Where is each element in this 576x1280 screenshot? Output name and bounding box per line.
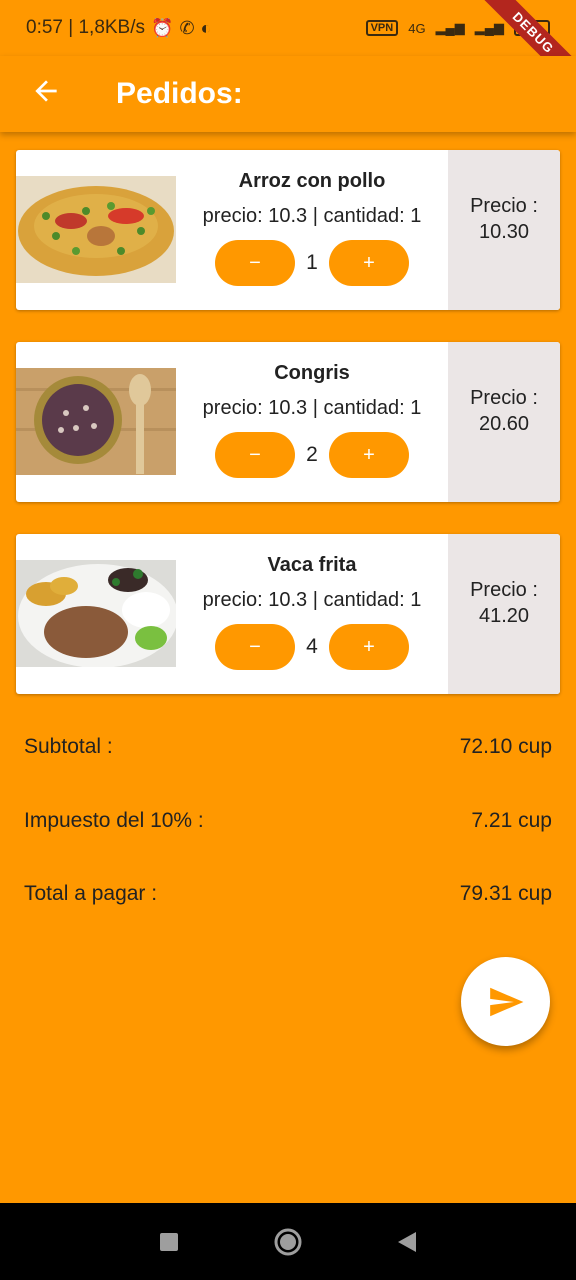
order-info: Vaca frita precio: 10.3 | cantidad: 1 − … xyxy=(186,552,438,670)
order-info: Arroz con pollo precio: 10.3 | cantidad:… xyxy=(186,168,438,286)
order-card: Vaca frita precio: 10.3 | cantidad: 1 − … xyxy=(16,534,560,694)
app-bar: Pedidos: xyxy=(0,56,576,132)
tax-row: Impuesto del 10% : 7.21 cup xyxy=(24,809,552,833)
price-label: Precio : xyxy=(470,579,538,601)
signal-icon-2: ▂▄▆ xyxy=(474,20,504,35)
dish-image-arroz-con-pollo xyxy=(16,176,176,283)
vpn-badge: VPN xyxy=(365,20,399,36)
circle-icon xyxy=(274,1228,302,1255)
page-title: Pedidos: xyxy=(116,77,243,110)
subtotal-row: Subtotal : 72.10 cup xyxy=(24,735,552,759)
dish-name: Vaca frita xyxy=(267,554,357,576)
quantity-value: 1 xyxy=(306,251,318,274)
quantity-value: 2 xyxy=(306,443,318,466)
decrease-button[interactable]: − xyxy=(215,240,295,286)
price-panel: Precio : 20.60 xyxy=(448,342,560,502)
status-left: 0:57 | 1,8KB/s ⏰ ✆ ◐ xyxy=(26,17,211,39)
send-icon xyxy=(489,987,523,1016)
triangle-back-icon xyxy=(397,1231,416,1252)
decrease-button[interactable]: − xyxy=(215,624,295,670)
price-panel: Precio : 41.20 xyxy=(448,534,560,694)
price-label: Precio : xyxy=(470,387,538,409)
network-label: 4G xyxy=(408,20,426,36)
square-icon xyxy=(160,1232,179,1251)
order-info: Congris precio: 10.3 | cantidad: 1 − 2 + xyxy=(186,360,438,478)
status-bar: 0:57 | 1,8KB/s ⏰ ✆ ◐ VPN 4G ▂▄▆ ▂▄▆ 60 xyxy=(0,0,576,56)
status-time-speed: 0:57 | 1,8KB/s xyxy=(26,17,146,38)
subtotal-value: 72.10 cup xyxy=(459,735,552,758)
quantity-stepper: − 4 + xyxy=(186,624,438,670)
home-button[interactable] xyxy=(264,1218,312,1266)
dish-image-congris xyxy=(16,368,176,475)
total-row: Total a pagar : 79.31 cup xyxy=(24,882,552,906)
system-nav-bar xyxy=(0,1203,576,1280)
price-panel: Precio : 10.30 xyxy=(448,150,560,310)
tax-value: 7.21 cup xyxy=(471,809,552,832)
quantity-stepper: − 2 + xyxy=(186,432,438,478)
dish-details: precio: 10.3 | cantidad: 1 xyxy=(202,589,422,611)
arrow-back-icon xyxy=(35,80,57,102)
quantity-value: 4 xyxy=(306,635,318,658)
dish-name: Congris xyxy=(274,362,350,384)
back-button[interactable] xyxy=(30,75,62,113)
back-nav-button[interactable] xyxy=(383,1218,431,1266)
price-value: 10.30 xyxy=(478,221,530,243)
increase-button[interactable]: + xyxy=(329,432,409,478)
dish-details: precio: 10.3 | cantidad: 1 xyxy=(202,397,422,419)
dish-name: Arroz con pollo xyxy=(238,170,386,192)
total-value: 79.31 cup xyxy=(459,882,552,905)
subtotal-label: Subtotal : xyxy=(24,735,113,758)
quantity-stepper: − 1 + xyxy=(186,240,438,286)
increase-button[interactable]: + xyxy=(329,240,409,286)
whatsapp-icon: ✆ xyxy=(179,17,195,38)
app-notification-icon: ◐ xyxy=(200,17,212,38)
price-label: Precio : xyxy=(470,195,538,217)
total-label: Total a pagar : xyxy=(24,882,158,905)
recents-button[interactable] xyxy=(145,1218,193,1266)
price-value: 20.60 xyxy=(478,413,530,435)
order-card: Arroz con pollo precio: 10.3 | cantidad:… xyxy=(16,150,560,310)
alarm-icon: ⏰ xyxy=(151,17,174,38)
send-order-button[interactable] xyxy=(461,957,550,1046)
decrease-button[interactable]: − xyxy=(215,432,295,478)
price-value: 41.20 xyxy=(478,605,530,627)
tax-label: Impuesto del 10% : xyxy=(24,809,204,832)
dish-details: precio: 10.3 | cantidad: 1 xyxy=(202,205,422,227)
signal-icon: ▂▄▆ xyxy=(435,20,465,35)
dish-image-vaca-frita xyxy=(16,560,176,667)
increase-button[interactable]: + xyxy=(329,624,409,670)
order-card: Congris precio: 10.3 | cantidad: 1 − 2 +… xyxy=(16,342,560,502)
